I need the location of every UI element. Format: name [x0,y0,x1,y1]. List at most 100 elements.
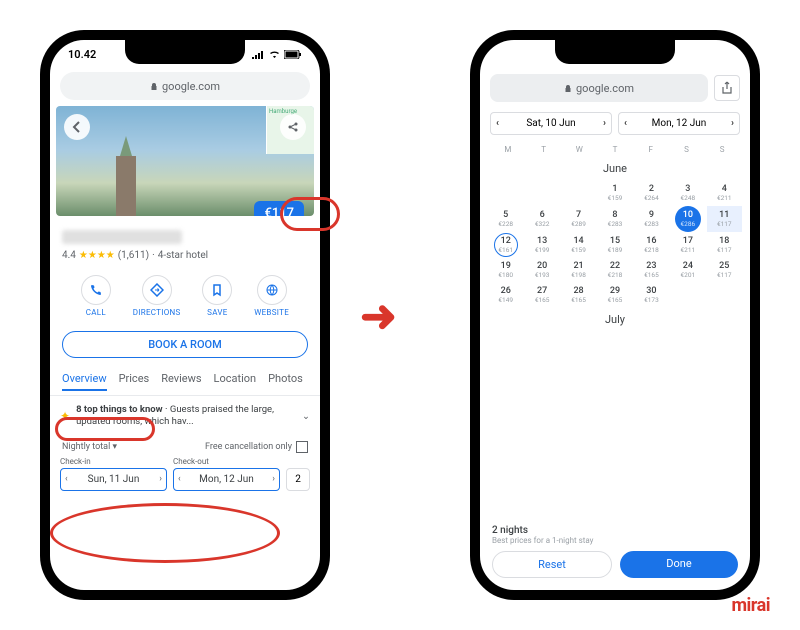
calendar-day[interactable]: 18€117 [707,233,742,257]
calendar-day[interactable]: 22€218 [597,258,632,282]
price-badge[interactable]: €117 [254,201,304,216]
directions-button[interactable]: DIRECTIONS [133,275,181,317]
calendar-day [524,181,559,205]
brand-logo: mirai [731,595,770,616]
calendar-day[interactable]: 15€189 [597,233,632,257]
share-button[interactable] [280,114,306,140]
calendar-day[interactable]: 24€201 [670,258,705,282]
stars-icon: ★★★★ [79,250,115,261]
bookmark-icon [210,283,224,297]
free-cancel-checkbox[interactable] [296,441,308,453]
tab-location[interactable]: Location [214,372,257,391]
chevron-right-icon: › [159,474,162,484]
free-cancel-label: Free cancellation only [205,442,292,452]
month-label-2: July [480,307,750,332]
tab-prices[interactable]: Prices [119,372,150,391]
calendar-day[interactable]: 2€264 [634,181,669,205]
notch [555,40,675,64]
hero-image[interactable]: Hamburge €117 [56,106,314,216]
battery-icon [284,50,302,59]
calendar-day[interactable]: 17€211 [670,233,705,257]
calendar-day [561,181,596,205]
guests-selector[interactable]: 2 [286,468,310,491]
calendar-day[interactable]: 4€211 [707,181,742,205]
phone-right: google.com ‹Sat, 10 Jun› ‹Mon, 12 Jun› M… [470,30,760,600]
calendar-day[interactable]: 8€283 [597,206,632,232]
calendar-day[interactable]: 9€283 [634,206,669,232]
tip-box[interactable]: ✦ 8 top things to know · Guests praised … [60,404,310,429]
chevron-left-icon: ‹ [65,474,68,484]
address-bar[interactable]: google.com [60,72,310,100]
calendar-day[interactable]: 25€117 [707,258,742,282]
calendar-day[interactable]: 27€165 [524,283,559,307]
book-room-button[interactable]: BOOK A ROOM [62,331,308,358]
calendar-day[interactable]: 16€218 [634,233,669,257]
calendar-day[interactable]: 6€322 [524,206,559,232]
wifi-icon [268,50,281,59]
calendar-day[interactable]: 29€165 [597,283,632,307]
phone-icon [89,283,103,297]
calendar-day[interactable]: 11€117 [707,206,742,232]
address-bar[interactable]: google.com [490,74,740,102]
checkout-selector[interactable]: ‹Mon, 12 Jun› [173,468,280,491]
status-time: 10.42 [68,48,96,61]
chevron-down-icon: ⌄ [302,411,310,422]
day-headers: MTWTFSS [480,139,750,156]
review-count[interactable]: (1,611) [118,250,149,261]
calendar-day[interactable]: 20€193 [524,258,559,282]
rating-value: 4.4 [62,250,76,261]
website-button[interactable]: WEBSITE [254,275,289,317]
reset-button[interactable]: Reset [492,551,612,578]
tab-reviews[interactable]: Reviews [161,372,201,391]
calendar-day[interactable]: 19€180 [488,258,523,282]
calendar-day[interactable]: 13€199 [524,233,559,257]
checkin-pill[interactable]: ‹Sat, 10 Jun› [490,112,612,135]
calendar-day[interactable]: 21€198 [561,258,596,282]
back-button[interactable] [64,114,90,140]
calendar-day[interactable]: 7€289 [561,206,596,232]
status-icons [251,50,302,59]
lock-icon [150,82,158,90]
nightly-dropdown[interactable]: Nightly total ▾ [62,442,117,452]
nights-subtitle: Best prices for a 1-night stay [492,536,738,545]
globe-icon [265,283,279,297]
directions-icon [150,283,164,297]
lock-icon [564,84,572,92]
calendar-day [670,283,705,307]
phone-left: 10.42 google.com Hamburge €117 4.4 ★★★★ … [40,30,330,600]
hotel-name-blurred [62,230,182,244]
sparkle-icon: ✦ [60,409,70,423]
nights-count: 2 nights [492,525,738,536]
checkout-pill[interactable]: ‹Mon, 12 Jun› [618,112,740,135]
calendar-day[interactable]: 3€248 [670,181,705,205]
call-button[interactable]: CALL [81,275,111,317]
arrow-left-icon [70,120,84,134]
tab-overview[interactable]: Overview [62,372,107,391]
checkin-label: Check-in [60,457,167,466]
calendar-day[interactable]: 23€165 [634,258,669,282]
calendar-day[interactable]: 5€228 [488,206,523,232]
checkin-selector[interactable]: ‹Sun, 11 Jun› [60,468,167,491]
hotel-category: 4-star hotel [158,250,208,261]
share-icon [721,81,733,95]
calendar-day[interactable]: 12€161 [488,233,523,257]
calendar-day[interactable]: 30€173 [634,283,669,307]
calendar-day[interactable]: 14€159 [561,233,596,257]
tabs: Overview Prices Reviews Location Photos [50,366,320,396]
done-button[interactable]: Done [620,551,738,578]
calendar-day[interactable]: 28€165 [561,283,596,307]
calendar-day [488,181,523,205]
calendar-day[interactable]: 10€286 [675,206,701,232]
signal-icon [251,50,265,59]
calendar-grid[interactable]: 1€1592€2643€2484€211 5€2286€3227€2898€283… [480,181,750,307]
month-label: June [480,156,750,181]
save-button[interactable]: SAVE [202,275,232,317]
calendar-day[interactable]: 26€149 [488,283,523,307]
notch [125,40,245,64]
calendar-day [707,283,742,307]
calendar-day[interactable]: 1€159 [597,181,632,205]
tab-photos[interactable]: Photos [268,372,303,391]
hotel-info: 4.4 ★★★★ (1,611) · 4-star hotel [50,216,320,269]
arrow-right-icon: ➜ [360,290,397,342]
share-button[interactable] [714,75,740,101]
